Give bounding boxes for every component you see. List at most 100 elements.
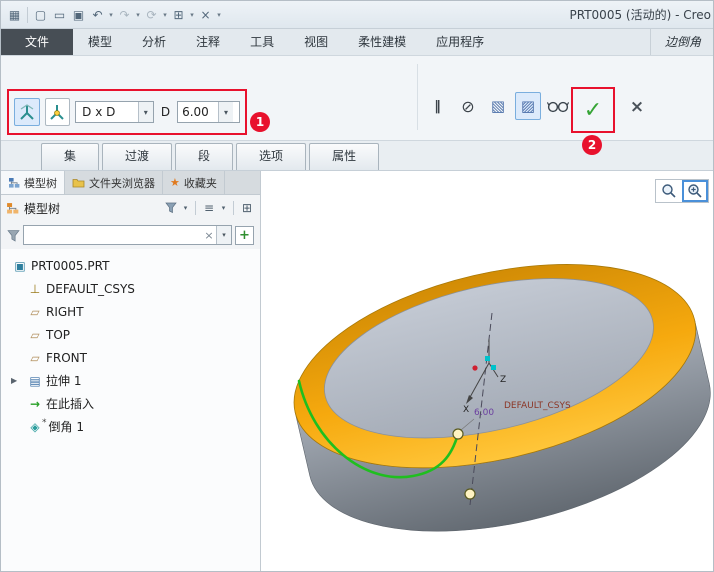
clear-filter-icon[interactable]: × xyxy=(202,229,216,242)
model-tree-header: 模型树 xyxy=(24,201,61,216)
filter-history-dropdown-icon[interactable]: ▾ xyxy=(216,226,231,244)
tree-filter-dropdown-icon[interactable]: ▾ xyxy=(181,204,190,212)
dashboard-action-group: ‖ ⊘ ▧ ▨ xyxy=(425,92,571,120)
new-icon[interactable]: ▢ xyxy=(32,5,49,25)
navigator-tabs: 模型树 文件夹浏览器 ★ 收藏夹 xyxy=(1,171,260,195)
tab-view[interactable]: 视图 xyxy=(289,29,343,55)
model-scene[interactable]: Z X 6.00 DEFAULT_CSYS xyxy=(261,171,714,572)
zoom-in-button[interactable] xyxy=(682,180,708,202)
regenerate-marker-icon: * xyxy=(42,417,47,428)
tab-tools[interactable]: 工具 xyxy=(235,29,289,55)
csys-handle[interactable] xyxy=(485,356,490,361)
chamfer-transitions-icon xyxy=(50,105,65,120)
accept-button[interactable]: ✓ xyxy=(576,93,610,127)
part-icon: ▣ xyxy=(14,258,26,273)
tree-item-right-plane[interactable]: ▱ RIGHT xyxy=(1,300,260,323)
tree-item-label: 在此插入 xyxy=(46,397,95,411)
chevron-down-icon[interactable]: ▾ xyxy=(137,102,153,122)
subtab-transitions[interactable]: 过渡 xyxy=(102,143,173,170)
tab-model[interactable]: 模型 xyxy=(73,29,127,55)
subtab-pieces[interactable]: 段 xyxy=(175,143,234,170)
tree-display-list-icon[interactable]: ≡ xyxy=(201,199,217,217)
tab-edge-chamfer-context[interactable]: 边倒角 xyxy=(649,29,713,55)
creo-window: ▦ ▢ ▭ ▣ ↶ ▾ ↷ ▾ ⟳ ▾ ⊞ ▾ × ▾ PRT0005 (活动的… xyxy=(0,0,714,572)
chamfer-sets-icon xyxy=(20,104,34,120)
axis-z-label: Z xyxy=(500,375,506,385)
zoom-out-button[interactable] xyxy=(656,180,682,202)
tree-item-front-plane[interactable]: ▱ FRONT xyxy=(1,346,260,369)
tab-favorites-label: 收藏夹 xyxy=(183,176,217,190)
tab-favorites[interactable]: ★ 收藏夹 xyxy=(163,171,225,194)
chamfer-dimension-input[interactable] xyxy=(178,105,219,119)
subtab-properties[interactable]: 属性 xyxy=(309,143,380,170)
chevron-down-icon[interactable]: ▾ xyxy=(218,102,234,122)
tree-item-label: 倒角 1 xyxy=(48,420,84,434)
star-icon: ★ xyxy=(170,176,180,189)
tree-item-chamfer-1[interactable]: ◈ * 倒角 1 xyxy=(1,415,260,438)
tab-applications[interactable]: 应用程序 xyxy=(421,29,499,55)
customize-toolbar-icon[interactable]: ▾ xyxy=(215,11,223,19)
tree-item-label: FRONT xyxy=(46,350,87,365)
model-tree-filter-row: × ▾ + xyxy=(1,221,260,249)
tree-item-default-csys[interactable]: ⊥ DEFAULT_CSYS xyxy=(1,277,260,300)
chamfer-drag-handle[interactable] xyxy=(452,428,464,440)
tab-flexible-modeling[interactable]: 柔性建模 xyxy=(343,29,421,55)
attached-preview-icon: ▧ xyxy=(490,97,506,115)
subtab-options[interactable]: 选项 xyxy=(236,143,307,170)
subtab-sets[interactable]: 集 xyxy=(41,143,100,170)
redo-dropdown-icon[interactable]: ▾ xyxy=(134,11,142,19)
tree-columns-icon[interactable]: ⊞ xyxy=(239,199,255,217)
annotation-box-1: D x D ▾ D ▾ xyxy=(7,89,247,135)
add-filter-button[interactable]: + xyxy=(235,225,254,245)
tree-item-top-plane[interactable]: ▱ TOP xyxy=(1,323,260,346)
attached-preview-button[interactable]: ▧ xyxy=(485,92,511,120)
tab-model-tree[interactable]: 模型树 xyxy=(1,171,65,194)
tab-analysis[interactable]: 分析 xyxy=(127,29,181,55)
close-window-icon[interactable]: × xyxy=(197,5,214,25)
ribbon-tab-row: 文件 模型 分析 注释 工具 视图 柔性建模 应用程序 边倒角 xyxy=(1,29,713,56)
toolbar-divider xyxy=(233,201,234,215)
tree-filter-settings-icon[interactable] xyxy=(163,199,179,217)
no-preview-button[interactable]: ⊘ xyxy=(455,92,481,120)
chamfer-sets-mode-button[interactable] xyxy=(14,98,40,126)
csys-name-label[interactable]: DEFAULT_CSYS xyxy=(504,401,571,411)
redo-icon[interactable]: ↷ xyxy=(116,5,133,25)
chamfer-drag-handle[interactable] xyxy=(464,488,476,500)
windows-icon[interactable]: ⊞ xyxy=(170,5,187,25)
tree-item-extrude-1[interactable]: ▶ ▤ 拉伸 1 xyxy=(1,369,260,392)
chamfer-scheme-select[interactable]: D x D ▾ xyxy=(75,101,154,123)
tree-display-dropdown-icon[interactable]: ▾ xyxy=(219,204,228,212)
navigator-panel: 模型树 文件夹浏览器 ★ 收藏夹 模型树 ▾ ≡ ▾ ⊞ × ▾ + ▣ PRT… xyxy=(1,171,261,571)
window-grid-icon[interactable]: ▦ xyxy=(6,5,23,25)
open-icon[interactable]: ▭ xyxy=(51,5,68,25)
tree-item-part[interactable]: ▣ PRT0005.PRT xyxy=(1,254,260,277)
graphics-area[interactable]: Z X 6.00 DEFAULT_CSYS xyxy=(261,171,714,572)
model-tree-filter-input[interactable] xyxy=(24,226,202,244)
chamfer-dimension-text[interactable]: 6.00 xyxy=(474,408,494,418)
regenerate-icon[interactable]: ⟳ xyxy=(143,5,160,25)
tree-item-label: DEFAULT_CSYS xyxy=(46,281,135,296)
pause-button[interactable]: ‖ xyxy=(425,92,451,120)
tab-annotate[interactable]: 注释 xyxy=(181,29,235,55)
geometry-preview-button[interactable]: ▨ xyxy=(515,92,541,120)
extrude-icon: ▤ xyxy=(29,373,41,388)
undo-icon[interactable]: ↶ xyxy=(89,5,106,25)
cancel-button[interactable]: × xyxy=(625,94,649,120)
save-icon[interactable]: ▣ xyxy=(70,5,87,25)
verify-button[interactable] xyxy=(545,92,571,120)
zoom-toolbar xyxy=(655,179,709,203)
filter-input-group: × ▾ xyxy=(23,225,232,245)
plus-icon: + xyxy=(239,227,250,243)
tree-item-insert-here[interactable]: → 在此插入 xyxy=(1,392,260,415)
tab-folder-browser[interactable]: 文件夹浏览器 xyxy=(65,171,163,194)
part-body[interactable] xyxy=(274,229,714,566)
datum-point[interactable] xyxy=(472,365,478,371)
regenerate-dropdown-icon[interactable]: ▾ xyxy=(161,11,169,19)
tab-file[interactable]: 文件 xyxy=(1,29,74,55)
undo-dropdown-icon[interactable]: ▾ xyxy=(107,11,115,19)
chamfer-transitions-mode-button[interactable] xyxy=(44,98,71,126)
expander-icon[interactable]: ▶ xyxy=(11,376,26,385)
windows-dropdown-icon[interactable]: ▾ xyxy=(188,11,196,19)
csys-handle[interactable] xyxy=(491,365,496,370)
insert-here-icon: → xyxy=(29,396,41,411)
